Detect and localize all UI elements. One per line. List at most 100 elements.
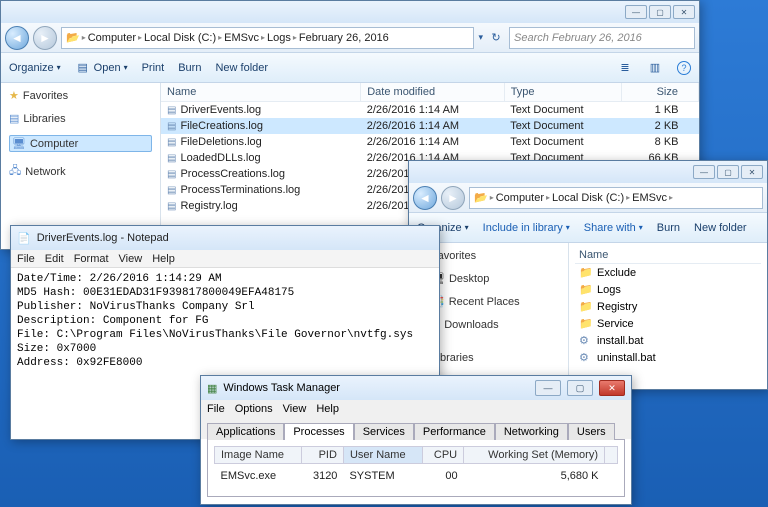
col-date[interactable]: Date modified [361,83,504,102]
file-item[interactable]: ⚙install.bat [575,332,761,349]
nav-favorites[interactable]: ★Favorites [9,89,152,102]
organize-menu[interactable]: Organize ▾ [9,62,61,74]
folder-icon: 📁 [579,300,593,313]
process-row[interactable]: EMSvc.exe3120SYSTEM005,680 K [215,464,618,485]
textfile-icon: ▤ [167,185,176,196]
taskmgr-menubar: File Options View Help [201,400,631,418]
textfile-icon: ▤ [167,169,176,180]
search-placeholder: Search February 26, 2016 [514,32,642,44]
col-size[interactable]: Size [622,83,699,102]
menu-edit[interactable]: Edit [45,253,64,265]
crumb-computer[interactable]: Computer [88,32,136,44]
menu-help[interactable]: Help [152,253,175,265]
menu-options[interactable]: Options [235,403,273,415]
crumb-emsvc[interactable]: EMSvc [632,192,667,204]
col-type[interactable]: Type [504,83,621,102]
minimize-button[interactable]: — [693,165,715,179]
network-icon: 🖧 [9,162,21,181]
view-options-icon[interactable]: ≣ [617,60,633,76]
breadcrumb[interactable]: 📂 ▸Computer ▸Local Disk (C:) ▸EMSvc ▸ [469,187,763,209]
forward-button[interactable]: ► [33,26,57,50]
crumb-emsvc[interactable]: EMSvc [224,32,259,44]
crumb-localdisk[interactable]: Local Disk (C:) [552,192,624,204]
file-row[interactable]: ▤DriverEvents.log2/26/2016 1:14 AMText D… [161,102,699,119]
file-row[interactable]: ▤FileDeletions.log2/26/2016 1:14 AMText … [161,134,699,150]
menu-file[interactable]: File [17,253,35,265]
menu-format[interactable]: Format [74,253,109,265]
refresh-button[interactable]: ↻ [487,27,505,49]
tab-services[interactable]: Services [354,423,414,440]
crumb-localdisk[interactable]: Local Disk (C:) [144,32,216,44]
taskmgr-icon: ▦ [207,382,217,395]
folder-item[interactable]: 📁Logs [575,281,761,298]
col-name[interactable]: Name [575,247,761,264]
print-button[interactable]: Print [142,62,165,74]
file-row[interactable]: ▤FileCreations.log2/26/2016 1:14 AMText … [161,118,699,134]
col-working-set[interactable]: Working Set (Memory) [464,447,605,464]
open-menu[interactable]: ▤Open ▾ [75,60,128,76]
taskmgr-tabs: ApplicationsProcessesServicesPerformance… [201,418,631,439]
explorer1-toolbar: Organize ▾ ▤Open ▾ Print Burn New folder… [1,53,699,83]
minimize-button[interactable]: — [625,5,647,19]
menu-view[interactable]: View [119,253,143,265]
new-folder-button[interactable]: New folder [694,222,747,234]
close-button[interactable]: ✕ [741,165,763,179]
col-name[interactable]: Name [161,83,361,102]
new-folder-button[interactable]: New folder [215,62,268,74]
crumb-computer[interactable]: Computer [496,192,544,204]
back-button[interactable]: ◄ [5,26,29,50]
tab-processes[interactable]: Processes [284,423,353,440]
close-button[interactable]: ✕ [673,5,695,19]
col-pid[interactable]: PID [302,447,344,464]
minimize-button[interactable]: — [535,380,561,396]
batchfile-icon: ⚙ [579,351,593,364]
taskmgr-processes-panel: Image Name PID User Name CPU Working Set… [207,439,625,497]
nav-computer[interactable]: 🖥Computer [9,135,152,152]
back-button[interactable]: ◄ [413,186,437,210]
search-input[interactable]: Search February 26, 2016 [509,27,695,49]
help-icon[interactable]: ? [677,61,691,75]
textfile-icon: ▤ [167,153,176,164]
maximize-button[interactable]: ▢ [649,5,671,19]
notepad-icon: 📄 [17,232,31,245]
folder-item[interactable]: 📁Service [575,315,761,332]
tab-applications[interactable]: Applications [207,423,284,440]
preview-pane-icon[interactable]: ▥ [647,60,663,76]
tab-networking[interactable]: Networking [495,423,568,440]
close-button[interactable]: ✕ [599,380,625,396]
crumb-date[interactable]: February 26, 2016 [299,32,389,44]
menu-view[interactable]: View [283,403,307,415]
notepad-titlebar: 📄 DriverEvents.log - Notepad [11,226,439,250]
explorer1-titlebar: — ▢ ✕ [1,1,699,23]
crumb-logs[interactable]: Logs [267,32,291,44]
menu-help[interactable]: Help [316,403,339,415]
notepad-menubar: File Edit Format View Help [11,250,439,268]
tab-performance[interactable]: Performance [414,423,495,440]
col-image-name[interactable]: Image Name [215,447,302,464]
folder-icon: 📁 [579,266,593,279]
share-with-menu[interactable]: Share with ▾ [584,222,643,234]
col-user-name[interactable]: User Name [343,447,422,464]
file-item[interactable]: ⚙uninstall.bat [575,349,761,366]
col-cpu[interactable]: CPU [422,447,464,464]
breadcrumb[interactable]: 📂 ▸Computer ▸Local Disk (C:) ▸EMSvc ▸Log… [61,27,474,49]
burn-button[interactable]: Burn [657,222,680,234]
nav-libraries[interactable]: ▤Libraries [9,112,152,125]
include-library-menu[interactable]: Include in library ▾ [483,222,570,234]
explorer2-titlebar: — ▢ ✕ [409,161,767,183]
maximize-button[interactable]: ▢ [567,380,593,396]
textfile-icon: ▤ [167,201,176,212]
explorer2-toolbar: Organize ▾ Include in library ▾ Share wi… [409,213,767,243]
nav-network[interactable]: 🖧Network [9,162,152,181]
folder-item[interactable]: 📁Registry [575,298,761,315]
computer-icon: 🖥 [12,137,26,150]
breadcrumb-dropdown-icon[interactable]: ▾ [478,32,483,43]
forward-button[interactable]: ► [441,186,465,210]
tab-users[interactable]: Users [568,423,615,440]
maximize-button[interactable]: ▢ [717,165,739,179]
explorer1-navbar: ◄ ► 📂 ▸Computer ▸Local Disk (C:) ▸EMSvc … [1,23,699,53]
burn-button[interactable]: Burn [178,62,201,74]
open-icon: ▤ [75,60,91,76]
menu-file[interactable]: File [207,403,225,415]
folder-item[interactable]: 📁Exclude [575,264,761,281]
